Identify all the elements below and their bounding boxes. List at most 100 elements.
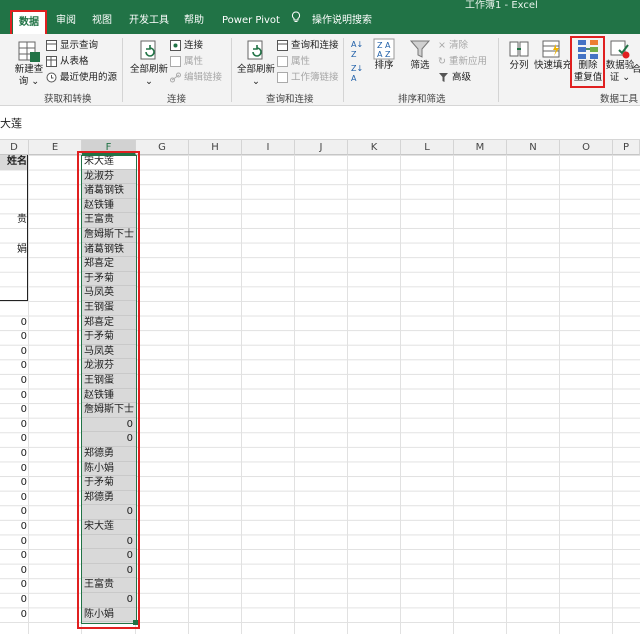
cell-d[interactable]: 0 bbox=[0, 535, 28, 550]
cell-d[interactable]: 0 bbox=[0, 608, 28, 623]
cell-f[interactable]: 于矛菊 bbox=[82, 476, 136, 491]
column-header-f[interactable]: F bbox=[82, 140, 136, 155]
cell-f[interactable]: 诸葛钢铁 bbox=[82, 242, 136, 258]
remove-duplicates-button[interactable]: 删除 重复值 bbox=[573, 38, 603, 84]
formula-bar[interactable]: 大莲 bbox=[0, 106, 640, 140]
filter-button[interactable]: 筛选 bbox=[406, 38, 434, 72]
tab-review[interactable]: 审阅 bbox=[56, 10, 76, 32]
workbook-links-button[interactable]: 工作簿链接 bbox=[277, 71, 339, 85]
cell-f[interactable]: 0 bbox=[82, 432, 136, 447]
cell-f[interactable]: 0 bbox=[82, 417, 136, 433]
cell-f[interactable]: 赵铁锤 bbox=[82, 198, 136, 214]
tell-me-search[interactable]: 操作说明搜索 bbox=[312, 10, 372, 32]
cell-f[interactable]: 郑喜定 bbox=[82, 257, 136, 272]
cell-d[interactable]: 娟 bbox=[0, 243, 28, 258]
cell-f[interactable]: 詹姆斯下士 bbox=[82, 228, 136, 243]
tab-data[interactable]: 数据 bbox=[13, 12, 45, 34]
cell-d[interactable]: 0 bbox=[0, 593, 28, 608]
cell-f[interactable]: 王富贵 bbox=[82, 213, 136, 228]
cell-d[interactable]: 0 bbox=[0, 418, 28, 433]
query-properties-button[interactable]: 属性 bbox=[277, 55, 310, 69]
column-header-p[interactable]: P bbox=[613, 140, 640, 155]
cell-d[interactable]: 0 bbox=[0, 403, 28, 418]
data-validation-button[interactable]: 数据验 证 ⌄ bbox=[605, 38, 635, 84]
cell-d[interactable]: 0 bbox=[0, 345, 28, 360]
reapply-filter-button[interactable]: ↻ 重新应用 bbox=[438, 55, 487, 69]
cell-f[interactable]: 马凤英 bbox=[82, 286, 136, 301]
queries-connections-button[interactable]: 查询和连接 bbox=[277, 39, 339, 53]
cell-d[interactable]: 0 bbox=[0, 432, 28, 447]
cell-f[interactable]: 宋大莲 bbox=[82, 155, 136, 170]
cell-f[interactable]: 龙淑芬 bbox=[82, 359, 136, 374]
sort-az-button[interactable]: A↓ Z bbox=[351, 40, 363, 60]
cell-d[interactable] bbox=[0, 170, 28, 185]
sort-za-button[interactable]: Z↓ A bbox=[351, 64, 363, 84]
cell-f[interactable]: 赵铁锤 bbox=[82, 388, 136, 404]
cell-d[interactable]: 0 bbox=[0, 330, 28, 345]
cell-d[interactable]: 贵 bbox=[0, 213, 28, 228]
cell-f[interactable]: 王钢蛋 bbox=[82, 374, 136, 389]
new-query-button[interactable]: 新建查 询 ⌄ bbox=[14, 38, 44, 88]
edit-links-button[interactable]: 编辑链接 bbox=[170, 71, 222, 85]
cell-d[interactable]: 0 bbox=[0, 359, 28, 374]
cell-f[interactable]: 0 bbox=[82, 563, 136, 579]
text-to-columns-button[interactable]: 分列 bbox=[505, 38, 533, 72]
cell-d[interactable] bbox=[0, 272, 28, 287]
cell-f[interactable]: 0 bbox=[82, 534, 136, 550]
column-header-l[interactable]: L bbox=[401, 140, 454, 155]
tab-power-pivot[interactable]: Power Pivot bbox=[222, 10, 280, 32]
cell-d[interactable]: 0 bbox=[0, 520, 28, 535]
cell-f[interactable]: 0 bbox=[82, 593, 136, 608]
tab-view[interactable]: 视图 bbox=[92, 10, 112, 32]
flash-fill-button[interactable]: 快速填充 bbox=[534, 38, 572, 72]
cell-f[interactable]: 郑德勇 bbox=[82, 490, 136, 506]
cell-f[interactable]: 王钢蛋 bbox=[82, 301, 136, 316]
cell-d[interactable]: 0 bbox=[0, 549, 28, 564]
cell-d[interactable]: 0 bbox=[0, 564, 28, 579]
cell-d[interactable]: 0 bbox=[0, 491, 28, 506]
tab-help[interactable]: 帮助 bbox=[184, 10, 204, 32]
column-header-i[interactable]: I bbox=[242, 140, 295, 155]
cell-f[interactable]: 郑喜定 bbox=[82, 315, 136, 331]
cell-f[interactable]: 马凤英 bbox=[82, 344, 136, 360]
cell-d[interactable]: 0 bbox=[0, 389, 28, 404]
cell-f[interactable]: 郑德勇 bbox=[82, 447, 136, 462]
cell-d[interactable] bbox=[0, 301, 28, 316]
cell-d[interactable] bbox=[0, 184, 28, 199]
cell-f[interactable]: 龙淑芬 bbox=[82, 169, 136, 185]
column-header-o[interactable]: O bbox=[560, 140, 613, 155]
cell-f[interactable]: 陈小娟 bbox=[82, 461, 136, 477]
cell-f[interactable]: 0 bbox=[82, 505, 136, 520]
recent-sources-button[interactable]: 最近使用的源 bbox=[46, 71, 117, 85]
tab-developer[interactable]: 开发工具 bbox=[129, 10, 169, 32]
cell-d[interactable]: 0 bbox=[0, 374, 28, 389]
consolidate-button-partial[interactable]: 合 bbox=[632, 64, 640, 76]
cell-f[interactable]: 于矛菊 bbox=[82, 271, 136, 287]
cell-d[interactable]: 0 bbox=[0, 462, 28, 477]
cell-f[interactable]: 王富贵 bbox=[82, 578, 136, 593]
cell-d[interactable] bbox=[0, 257, 28, 272]
refresh-all-queries-button[interactable]: 全部刷新 ⌄ bbox=[237, 38, 275, 88]
cell-f[interactable]: 詹姆斯下士 bbox=[82, 403, 136, 418]
cell-d[interactable]: 0 bbox=[0, 447, 28, 462]
cell-d[interactable]: 0 bbox=[0, 578, 28, 593]
cell-d[interactable] bbox=[0, 199, 28, 214]
cell-d[interactable]: 0 bbox=[0, 316, 28, 331]
cell-d[interactable]: 0 bbox=[0, 505, 28, 520]
cell-d[interactable]: 0 bbox=[0, 476, 28, 491]
cell-d[interactable] bbox=[0, 228, 28, 243]
connections-button[interactable]: 连接 bbox=[170, 39, 203, 53]
column-header-e[interactable]: E bbox=[29, 140, 82, 155]
column-header-k[interactable]: K bbox=[348, 140, 401, 155]
column-header-d[interactable]: D bbox=[0, 140, 29, 155]
from-table-button[interactable]: 从表格 bbox=[46, 55, 89, 69]
column-header-j[interactable]: J bbox=[295, 140, 348, 155]
column-header-g[interactable]: G bbox=[136, 140, 189, 155]
column-header-n[interactable]: N bbox=[507, 140, 560, 155]
cell-f[interactable]: 诸葛钢铁 bbox=[82, 184, 136, 199]
show-queries-button[interactable]: 显示查询 bbox=[46, 39, 98, 53]
lightbulb-icon[interactable] bbox=[291, 10, 301, 32]
sort-button[interactable]: Z AA Z 排序 bbox=[370, 38, 398, 72]
cell-f[interactable]: 0 bbox=[82, 549, 136, 564]
column-header-m[interactable]: M bbox=[454, 140, 507, 155]
